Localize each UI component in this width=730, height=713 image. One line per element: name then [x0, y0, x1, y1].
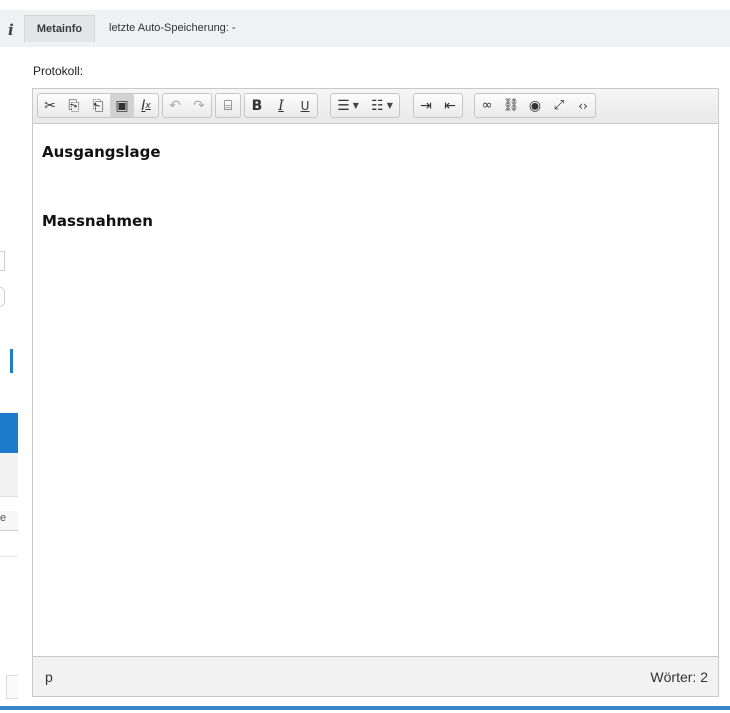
left-pane-active-item[interactable] [0, 413, 18, 453]
bulleted-list-icon[interactable]: ☰ ▼ [331, 94, 365, 117]
outdent-icon[interactable]: ⇤ [438, 94, 462, 117]
toolbar-group-lists: ☰ ▼ ☷ ▼ [330, 93, 400, 118]
remove-format-icon[interactable]: Ix [134, 94, 158, 117]
metainfo-tab[interactable]: Metainfo [24, 15, 95, 42]
bottom-accent-bar [0, 706, 730, 710]
unlink-icon[interactable]: ⛓ [499, 94, 523, 117]
toolbar-group-basicstyles: B I U [244, 93, 318, 118]
toolbar-group-links: ∞ ⛓ ◉ ⤢ ‹› [474, 93, 596, 118]
editor-toolbar: ✂ ⎘ ⎗ ▣ Ix ↶ ↷ ⌸ B I U ☰▼ ☷▼ ⇥ ⇤ ∞ ⛓ ◉ [33, 89, 718, 124]
bold-icon[interactable]: B [245, 94, 269, 117]
paste-icon[interactable]: ⎗ [86, 94, 110, 117]
toolbar-group-break: ⌸ [215, 93, 241, 118]
redo-icon[interactable]: ↷ [187, 94, 211, 117]
link-icon[interactable]: ∞ [475, 94, 499, 117]
paste-text-icon[interactable]: ▣ [110, 94, 134, 117]
top-bar: i Metainfo letzte Auto-Speicherung: - [0, 10, 730, 47]
left-pane-bottom-input[interactable] [6, 675, 18, 699]
italic-icon[interactable]: I [269, 94, 293, 117]
indent-icon[interactable]: ⇥ [414, 94, 438, 117]
preview-icon[interactable]: ◉ [523, 94, 547, 117]
left-pane-item[interactable] [0, 453, 18, 497]
toolbar-group-history: ↶ ↷ [162, 93, 212, 118]
toolbar-group-indent: ⇥ ⇤ [413, 93, 463, 118]
left-pane-select[interactable] [0, 287, 18, 307]
element-path[interactable]: p [45, 669, 53, 685]
numbered-list-icon[interactable]: ☷ ▼ [365, 94, 399, 117]
protokoll-label: Protokoll: [33, 64, 84, 78]
info-icon[interactable]: i [8, 21, 14, 39]
page-break-icon[interactable]: ⌸ [216, 94, 240, 117]
editor-statusbar: p Wörter: 2 [33, 656, 718, 696]
copy-icon[interactable]: ⎘ [62, 94, 86, 117]
left-pane-input[interactable] [0, 251, 18, 271]
word-count: Wörter: 2 [650, 669, 708, 685]
underline-icon[interactable]: U [293, 94, 317, 117]
left-pane-divider [0, 556, 18, 557]
undo-icon[interactable]: ↶ [163, 94, 187, 117]
rich-text-editor: ✂ ⎘ ⎗ ▣ Ix ↶ ↷ ⌸ B I U ☰▼ ☷▼ ⇥ ⇤ ∞ ⛓ ◉ [32, 88, 719, 697]
cut-icon[interactable]: ✂ [38, 94, 62, 117]
left-pane-label: e [0, 511, 18, 531]
left-pane-blue-button[interactable] [10, 349, 13, 373]
maximize-icon[interactable]: ⤢ [547, 94, 571, 117]
source-icon[interactable]: ‹› [571, 94, 595, 117]
heading-ausgangslage[interactable]: Ausgangslage [42, 143, 161, 161]
autosave-status: letzte Auto-Speicherung: - [109, 22, 236, 34]
toolbar-group-clipboard: ✂ ⎘ ⎗ ▣ Ix [37, 93, 159, 118]
heading-massnahmen[interactable]: Massnahmen [42, 212, 153, 230]
